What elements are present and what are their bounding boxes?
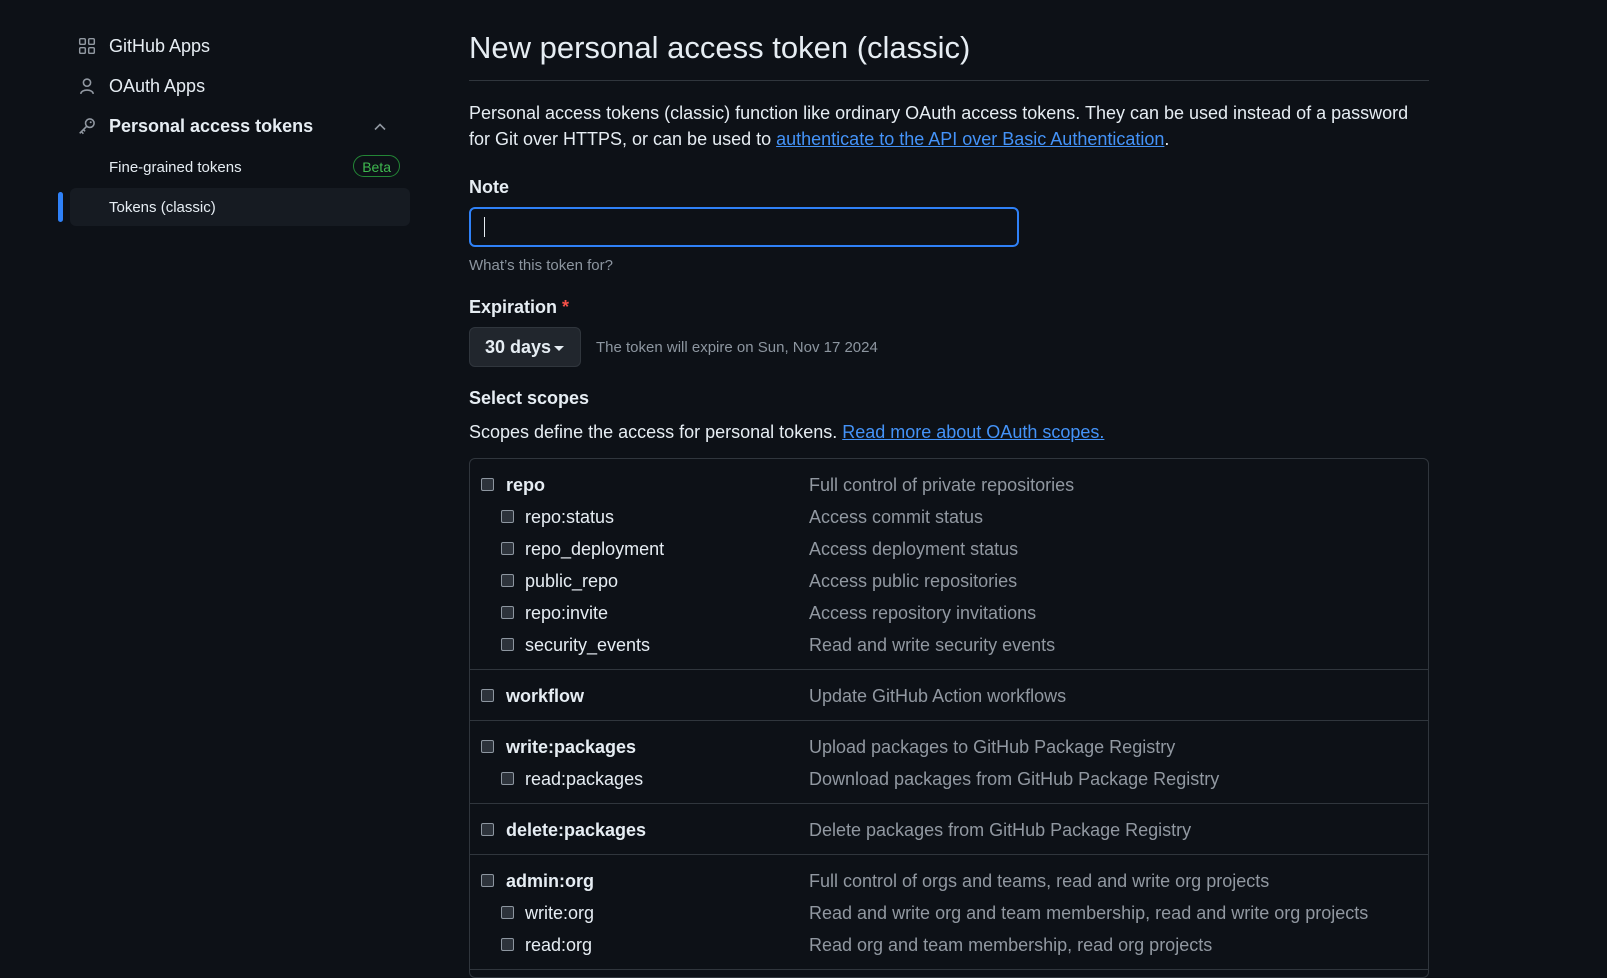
key-icon [79,118,95,135]
scope-description: Read org and team membership, read org p… [809,934,1213,955]
scope-checkbox[interactable] [481,823,494,836]
scope-checkbox[interactable] [501,638,514,651]
text-caret [484,217,485,237]
scope-row: write:packages Upload packages to GitHub … [470,731,1428,763]
scope-checkbox[interactable] [501,510,514,523]
sidebar-item-tokens-classic[interactable]: Tokens (classic) [58,188,410,226]
sidebar-item-label: OAuth Apps [109,75,206,96]
scope-description: Full control of orgs and teams, read and… [809,870,1270,891]
sidebar-item-personal-access-tokens[interactable]: Personal access tokens [58,106,410,146]
sidebar-item-label: GitHub Apps [109,35,211,56]
scope-group: workflow Update GitHub Action workflows [470,670,1428,721]
scope-description: Access repository invitations [809,602,1037,623]
scope-checkbox[interactable] [501,574,514,587]
scope-description: Delete packages from GitHub Package Regi… [809,819,1192,840]
scope-row-child: read:org Read org and team membership, re… [470,929,1428,961]
expiration-label-text: Expiration [469,297,558,317]
scope-row: delete:packages Delete packages from GitH… [470,814,1428,846]
scope-group: delete:packages Delete packages from GitH… [470,804,1428,855]
note-input[interactable] [469,207,1019,247]
title-divider [469,80,1429,81]
scope-row: workflow Update GitHub Action workflows [470,680,1428,712]
sidebar-item-label: Fine-grained tokens [109,158,242,176]
scope-row: repo Full control of private repositories [470,469,1428,501]
expiration-value: 30 days [485,336,552,357]
scope-row-child: read:packages Download packages from GitH… [470,763,1428,795]
scope-checkbox[interactable] [501,772,514,785]
scope-checkbox[interactable] [501,906,514,919]
scope-checkbox[interactable] [501,938,514,951]
page-title: New personal access token (classic) [469,30,971,65]
scope-row-child: repo:invite Access repository invitations [470,597,1428,629]
scope-name: repo:invite [525,602,609,623]
caret-down-icon [554,346,564,351]
scope-name: read:packages [525,768,644,789]
expiration-label: Expiration * [469,297,569,318]
sidebar-item-label: Personal access tokens [109,115,314,136]
scope-name: write:packages [506,736,637,757]
scope-name: delete:packages [506,819,647,840]
oauth-scopes-link[interactable]: Read more about OAuth scopes. [842,422,1104,442]
scopes-description-text: Scopes define the access for personal to… [469,422,843,442]
basic-auth-link[interactable]: authenticate to the API over Basic Authe… [776,129,1164,149]
scope-checkbox[interactable] [481,874,494,887]
scope-name: security_events [525,634,651,655]
scopes-heading: Select scopes [469,388,590,408]
scope-checkbox[interactable] [481,689,494,702]
scope-row-child: public_repo Access public repositories [470,565,1428,597]
scope-name: public_repo [525,570,619,591]
scope-name: repo [506,474,546,495]
scope-name: workflow [506,685,585,706]
scope-description: Read and write org and team membership, … [809,902,1369,923]
scope-description: Access deployment status [809,538,1019,559]
intro-text-end: . [1164,129,1170,149]
scope-name: repo_deployment [525,538,665,559]
scope-checkbox[interactable] [501,542,514,555]
scope-name: read:org [525,934,593,955]
settings-sidebar: GitHub Apps OAuth Apps Personal access t… [58,26,410,226]
scope-name: repo:status [525,506,615,527]
scope-row-child: repo:status Access commit status [470,501,1428,533]
scope-description: Full control of private repositories [809,474,1075,495]
expiration-select[interactable]: 30 days [469,327,581,367]
scope-row-child: repo_deployment Access deployment status [470,533,1428,565]
scope-group: repo Full control of private repositories… [470,459,1428,670]
note-label: Note [469,177,509,197]
scope-row-child: write:org Read and write org and team mem… [470,897,1428,929]
scope-description: Access public repositories [809,570,1018,591]
scope-checkbox[interactable] [501,606,514,619]
sidebar-item-oauth-apps[interactable]: OAuth Apps [58,66,410,106]
scopes-table: repo Full control of private repositories… [469,458,1429,978]
note-hint: What’s this token for? [469,257,613,274]
chevron-up-icon[interactable] [372,119,388,135]
expiration-info: The token will expire on Sun, Nov 17 202… [596,339,878,356]
scope-description: Update GitHub Action workflows [809,685,1067,706]
intro-text: Personal access tokens (classic) functio… [469,100,1429,152]
required-mark: * [562,297,570,317]
beta-badge: Beta [353,155,400,177]
scopes-description: Scopes define the access for personal to… [469,422,1104,443]
scope-row-child: security_events Read and write security e… [470,629,1428,661]
scope-description: Read and write security events [809,634,1056,655]
scope-checkbox[interactable] [481,478,494,491]
scope-group: write:packages Upload packages to GitHub … [470,721,1428,804]
sidebar-item-label: Tokens (classic) [109,198,216,216]
scope-description: Upload packages to GitHub Package Regist… [809,736,1176,757]
scope-name: admin:org [506,870,594,891]
scope-description: Download packages from GitHub Package Re… [809,768,1220,789]
scope-row: admin:org Full control of orgs and teams,… [470,865,1428,897]
apps-grid-icon [78,37,96,55]
scope-checkbox[interactable] [481,740,494,753]
sidebar-item-github-apps[interactable]: GitHub Apps [58,26,410,66]
sidebar-item-fine-grained-tokens[interactable]: Fine-grained tokens Beta [58,148,410,186]
scope-description: Access commit status [809,506,984,527]
scope-name: write:org [525,902,595,923]
person-icon [80,78,94,95]
